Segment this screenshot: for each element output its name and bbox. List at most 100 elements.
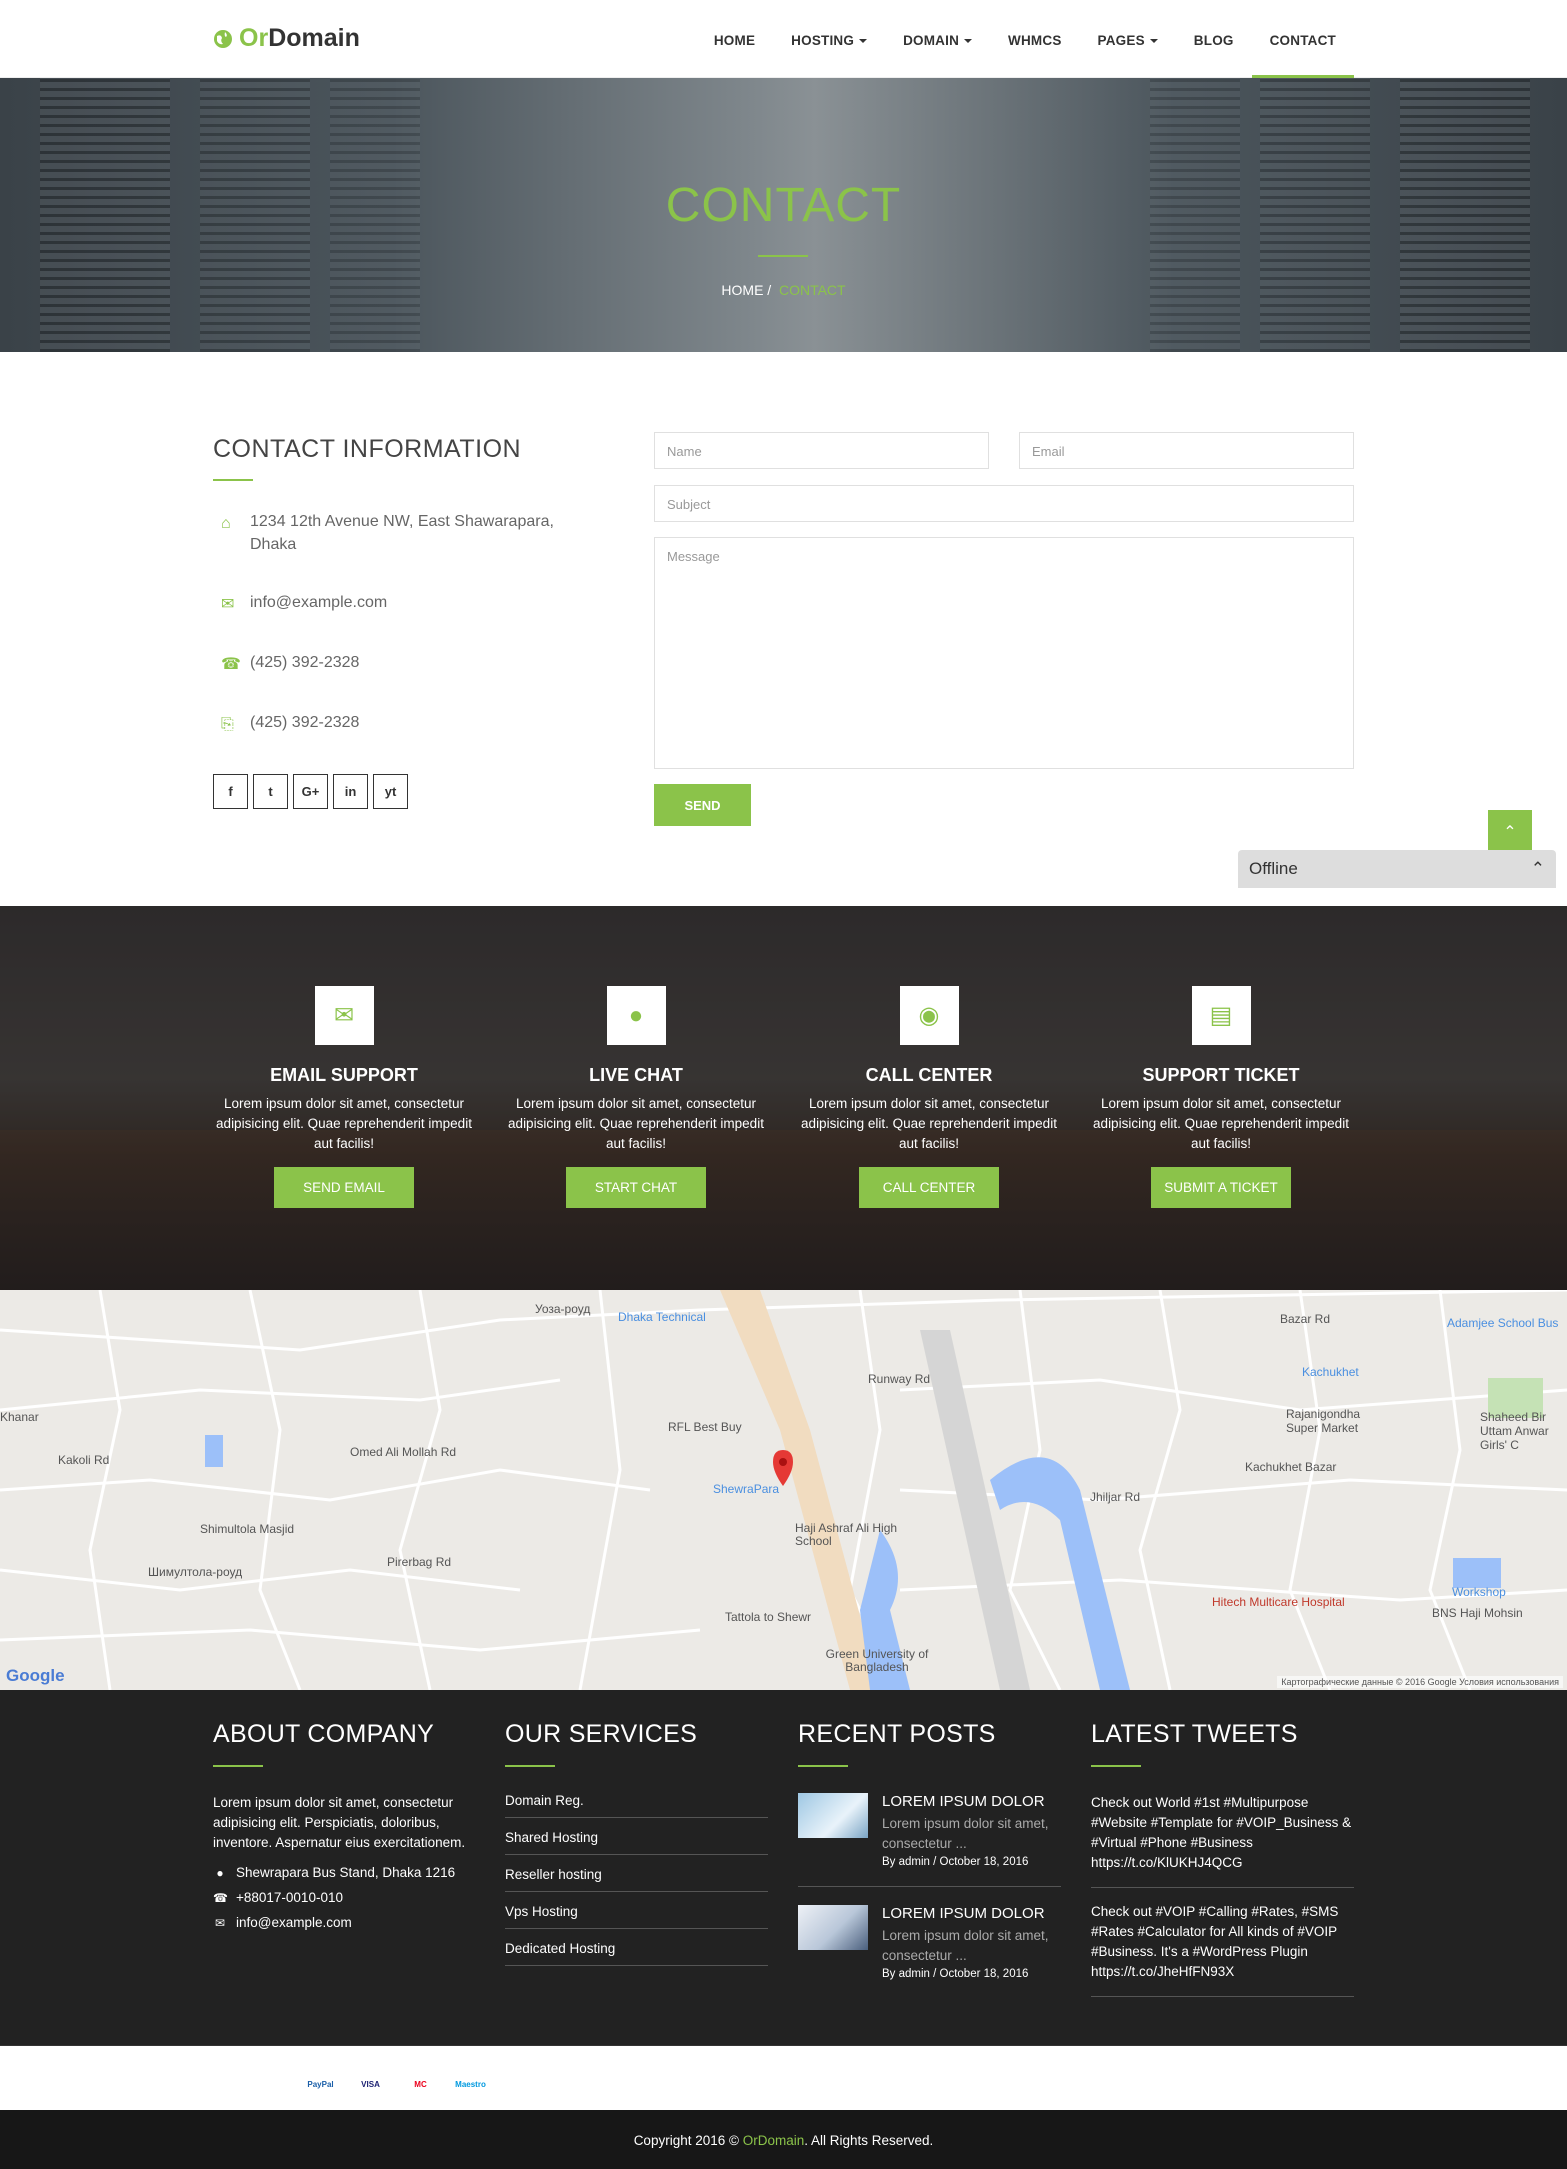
nav-whmcs[interactable]: WHMCS [990, 0, 1080, 78]
map-label: Шимултола-роуд [148, 1565, 243, 1579]
ticket-icon: ▤ [1191, 986, 1251, 1045]
envelope-icon: ✉ [214, 1915, 226, 1930]
name-input[interactable]: Name [654, 432, 989, 469]
youtube-icon[interactable]: yt [1319, 2062, 1354, 2097]
phone-text: +88017-0010-010 [236, 1890, 343, 1905]
copyright-prefix: Copyright 2016 © [633, 2133, 739, 2148]
post-meta: By admin / October 18, 2016 [882, 1856, 1029, 1868]
caret-down-icon [859, 39, 868, 44]
map-label: Bazar Rd [1280, 1312, 1331, 1326]
phone-icon: ☎ [221, 656, 241, 673]
headphones-icon: ◉ [899, 986, 959, 1045]
post-item[interactable]: LOREM IPSUM DOLOR Lorem ipsum dolor sit … [798, 1905, 1061, 1998]
tweet-item[interactable]: Check out World #1st #Multipurpose #Webs… [1091, 1793, 1354, 1888]
twitter-icon[interactable]: t [1199, 2062, 1234, 2097]
mastercard-icon: MC [400, 2072, 441, 2096]
site-header: OrDomain HOME HOSTING DOMAIN WHMCS PAGES… [0, 0, 1567, 78]
nav-pages[interactable]: PAGES [1080, 0, 1176, 78]
contact-info-title: CONTACT INFORMATION [213, 435, 522, 463]
youtube-icon[interactable]: yt [373, 774, 408, 809]
linkedin-icon[interactable]: in [333, 774, 368, 809]
title-underline [213, 1765, 263, 1767]
nav-hosting-label: HOSTING [791, 33, 855, 48]
linkedin-icon[interactable]: in [1279, 2062, 1314, 2097]
scroll-to-top-button[interactable]: ⌃ [1488, 810, 1532, 854]
accept-label: We Accpet: [213, 2076, 279, 2092]
nav-domain[interactable]: DOMAIN [885, 0, 990, 78]
page-hero: CONTACT HOME / CONTACT [0, 78, 1567, 352]
footer-divider [0, 2045, 1567, 2046]
map-label: Workshop [1452, 1585, 1506, 1599]
service-link[interactable]: Vps Hosting [505, 1892, 768, 1929]
support-text: Lorem ipsum dolor sit amet, consectetur … [508, 1096, 764, 1151]
posts-list: LOREM IPSUM DOLOR Lorem ipsum dolor sit … [798, 1793, 1061, 1998]
send-email-button[interactable]: SEND EMAIL [274, 1167, 414, 1208]
message-textarea[interactable]: Message [654, 537, 1354, 769]
service-link[interactable]: Dedicated Hosting [505, 1929, 768, 1966]
footer-phone: ☎ +88017-0010-010 [213, 1890, 476, 1905]
breadcrumb-home[interactable]: HOME [721, 282, 763, 298]
map-label: Rajanigondha Super Market [1286, 1407, 1361, 1435]
map-label: Jhiljar Rd [1090, 1490, 1141, 1504]
phone-text[interactable]: (425) 392-2328 [250, 651, 359, 676]
fax-icon: ⎘ [221, 716, 234, 733]
post-thumbnail[interactable] [798, 1793, 868, 1838]
google-plus-icon[interactable]: G+ [293, 774, 328, 809]
copyright-bar: Copyright 2016 © OrDomain. All Rights Re… [0, 2110, 1567, 2169]
post-title[interactable]: LOREM IPSUM DOLOR [882, 1905, 1061, 1922]
submit-ticket-button[interactable]: SUBMIT A TICKET [1151, 1167, 1291, 1208]
support-ticket: ▤ SUPPORT TICKET Lorem ipsum dolor sit a… [1090, 986, 1352, 1208]
footer-title: ABOUT COMPANY [213, 1720, 435, 1748]
envelope-icon: ✉ [314, 986, 374, 1045]
google-plus-icon[interactable]: G+ [1239, 2062, 1274, 2097]
location-map[interactable]: Уоза-роуд Dhaka Technical Runway Rd RFL … [0, 1290, 1567, 1690]
facebook-icon[interactable]: f [1159, 2062, 1194, 2097]
twitter-icon[interactable]: t [253, 774, 288, 809]
tweets-list: Check out World #1st #Multipurpose #Webs… [1091, 1793, 1354, 1997]
footer-tweets: LATEST TWEETS Check out World #1st #Mult… [1091, 1720, 1354, 2011]
footer-address: ● Shewrapara Bus Stand, Dhaka 1216 [213, 1865, 476, 1880]
nav-contact[interactable]: CONTACT [1251, 0, 1355, 78]
map-label: Hitech Multicare Hospital [1212, 1595, 1345, 1609]
post-thumbnail[interactable] [798, 1905, 868, 1950]
footer-title: LATEST TWEETS [1091, 1720, 1298, 1748]
service-link[interactable]: Reseller hosting [505, 1855, 768, 1892]
subject-input[interactable]: Subject [654, 485, 1354, 522]
address-text: 1234 12th Avenue NW, East Shawarapara, D… [250, 513, 554, 553]
map-terms[interactable]: Картографические данные © 2016 Google Ус… [1277, 1676, 1563, 1688]
contact-phone: ☎ (425) 392-2328 [221, 651, 581, 676]
footer-about: ABOUT COMPANY Lorem ipsum dolor sit amet… [213, 1720, 476, 1930]
post-item[interactable]: LOREM IPSUM DOLOR Lorem ipsum dolor sit … [798, 1793, 1061, 1887]
service-link[interactable]: Shared Hosting [505, 1818, 768, 1855]
tweet-item[interactable]: Check out #VOIP #Calling #Rates, #SMS #R… [1091, 1902, 1354, 1997]
chat-widget[interactable]: Offline ⌃ [1238, 850, 1556, 888]
nav-blog-label: BLOG [1193, 33, 1234, 48]
nav-home[interactable]: HOME [696, 0, 773, 78]
nav-hosting[interactable]: HOSTING [773, 0, 885, 78]
caret-down-icon [1149, 39, 1158, 44]
copyright-brand[interactable]: OrDomain [743, 2133, 805, 2148]
support-text: Lorem ipsum dolor sit amet, consectetur … [216, 1096, 472, 1151]
logo[interactable]: OrDomain [213, 24, 360, 53]
nav-blog[interactable]: BLOG [1176, 0, 1252, 78]
call-center-button[interactable]: CALL CENTER [859, 1167, 999, 1208]
email-input[interactable]: Email [1019, 432, 1354, 469]
payment-cards: PayPal VISA MC Maestro [300, 2072, 491, 2096]
facebook-icon[interactable]: f [213, 774, 248, 809]
email-text[interactable]: info@example.com [236, 1915, 352, 1930]
title-underline [1091, 1765, 1141, 1767]
envelope-icon: ✉ [221, 596, 235, 613]
contact-address: ⌂ 1234 12th Avenue NW, East Shawarapara,… [221, 510, 581, 556]
contact-fax: ⎘ (425) 392-2328 [221, 711, 581, 736]
support-section: ✉ EMAIL SUPPORT Lorem ipsum dolor sit am… [0, 906, 1567, 1290]
post-title[interactable]: LOREM IPSUM DOLOR [882, 1793, 1061, 1810]
map-label: Dhaka Technical [618, 1310, 706, 1324]
service-link[interactable]: Domain Reg. [505, 1793, 768, 1818]
start-chat-button[interactable]: START CHAT [566, 1167, 706, 1208]
nav-home-label: HOME [713, 33, 756, 48]
email-text[interactable]: info@example.com [250, 591, 387, 616]
map-label: Adamjee School Bus [1447, 1316, 1559, 1330]
title-underline [758, 255, 808, 257]
support-title: EMAIL SUPPORT [270, 1065, 418, 1085]
send-button[interactable]: SEND [654, 784, 751, 826]
